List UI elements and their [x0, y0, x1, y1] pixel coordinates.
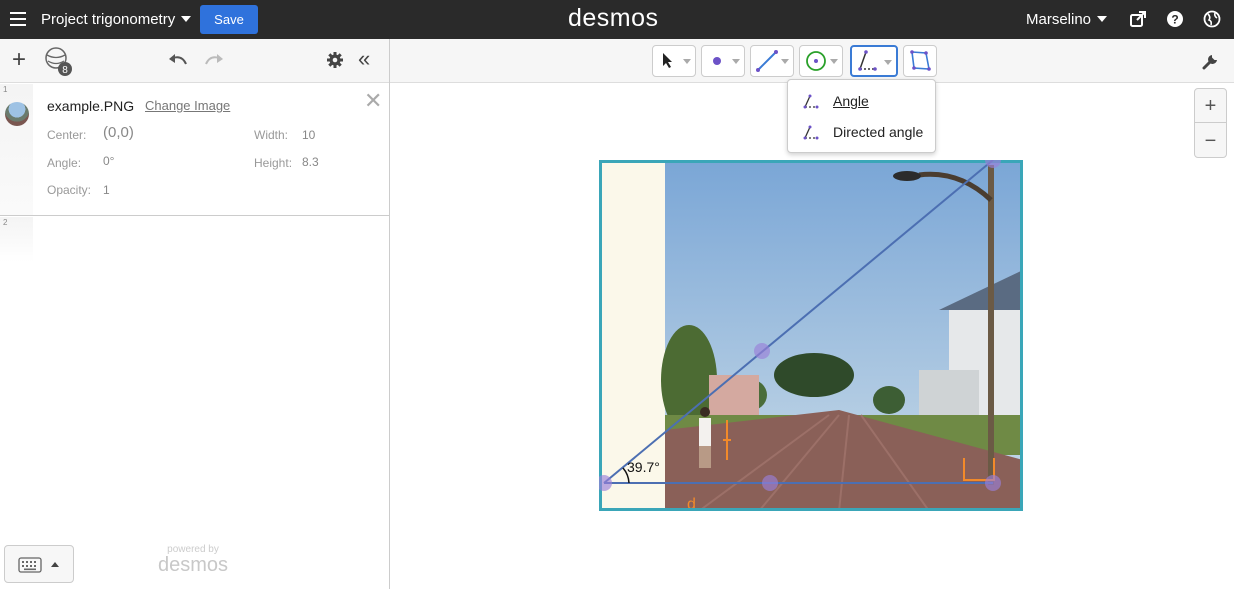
- geometry-toolbar: [390, 39, 1234, 83]
- center-value[interactable]: (0,0): [103, 124, 134, 141]
- point-tool[interactable]: [701, 45, 745, 77]
- center-label: Center:: [47, 128, 87, 142]
- pointer-tool[interactable]: [652, 45, 696, 77]
- wrench-icon[interactable]: [1202, 52, 1220, 70]
- base-mid-point[interactable]: [762, 475, 778, 491]
- expression-index: 1: [3, 85, 8, 94]
- svg-text:?: ?: [1171, 13, 1178, 27]
- project-title: Project trigonometry: [41, 11, 176, 28]
- expression-empty-item[interactable]: 2: [0, 217, 389, 262]
- menu-item-directed-angle[interactable]: Directed angle: [788, 117, 937, 147]
- chevron-down-icon: [781, 59, 789, 64]
- angle-tool-menu: Angle Directed angle: [787, 79, 936, 153]
- angle-icon: [803, 94, 819, 109]
- expression-toolbar: + 8 «: [0, 39, 389, 83]
- pointer-icon: [663, 53, 672, 68]
- width-value[interactable]: 10: [302, 128, 315, 142]
- image-name: example.PNG: [47, 98, 135, 114]
- opacity-value[interactable]: 1: [103, 183, 110, 197]
- chevron-down-icon: [732, 59, 740, 64]
- close-icon[interactable]: ✕: [364, 88, 382, 114]
- desmos-logo: desmos: [568, 4, 659, 32]
- line-tool[interactable]: [750, 45, 794, 77]
- polygon-tool[interactable]: [903, 45, 937, 77]
- redo-icon[interactable]: [204, 52, 224, 66]
- circle-tool[interactable]: [799, 45, 843, 77]
- angle-measure-label: 39.7°: [627, 459, 660, 475]
- menu-item-angle-label: Angle: [833, 93, 869, 109]
- user-name: Marselino: [1026, 11, 1092, 28]
- chevron-down-icon: [830, 59, 838, 64]
- settings-icon[interactable]: [326, 51, 344, 69]
- powered-by-brand: desmos: [158, 554, 229, 576]
- globe-badge: 8: [62, 65, 68, 76]
- menu-item-directed-angle-label: Directed angle: [833, 124, 924, 140]
- background-image: d: [599, 160, 1023, 511]
- collapse-icon[interactable]: «: [358, 47, 370, 71]
- point-icon: [713, 57, 721, 65]
- chevron-down-icon: [884, 60, 892, 65]
- change-image-link[interactable]: Change Image: [145, 98, 230, 113]
- add-icon[interactable]: +: [12, 48, 26, 72]
- height-label: Height:: [254, 156, 293, 170]
- powered-by: powered by desmos: [158, 544, 228, 575]
- globe-icon[interactable]: [1203, 10, 1221, 28]
- base-end-point[interactable]: [985, 475, 1001, 491]
- help-icon[interactable]: ?: [1166, 10, 1184, 28]
- chevron-down-icon: [181, 16, 192, 22]
- angle-tool[interactable]: [850, 45, 898, 77]
- chevron-down-icon: [683, 59, 691, 64]
- project-title-dropdown[interactable]: Project trigonometry: [41, 11, 192, 28]
- width-label: Width:: [254, 128, 289, 142]
- zoom-in-button[interactable]: +: [1195, 89, 1226, 123]
- angle-label: Angle:: [47, 156, 82, 170]
- zoom-controls: + −: [1194, 88, 1227, 158]
- save-button[interactable]: Save: [200, 5, 258, 34]
- angle-icon: [858, 50, 877, 71]
- circle-icon: [806, 51, 826, 71]
- zoom-out-button[interactable]: −: [1195, 124, 1226, 158]
- angle-value[interactable]: 0°: [103, 154, 114, 168]
- share-icon[interactable]: [1129, 10, 1147, 28]
- menu-item-angle[interactable]: Angle: [788, 86, 937, 116]
- hamburger-icon[interactable]: [10, 12, 26, 26]
- expression-gutter: 2: [0, 217, 33, 262]
- user-menu[interactable]: Marselino: [1026, 11, 1108, 28]
- expression-panel: + 8 « 1 example.PNG Change Image ✕ Cente…: [0, 39, 390, 589]
- expression-image-item[interactable]: 1 example.PNG Change Image ✕ Center: (0,…: [0, 84, 389, 216]
- keyboard-toggle-button[interactable]: [4, 545, 74, 583]
- chevron-down-icon: [1097, 16, 1108, 22]
- globe-icon[interactable]: 8: [44, 46, 74, 78]
- mid-point[interactable]: [754, 343, 770, 359]
- undo-icon[interactable]: [168, 52, 188, 66]
- line-segment-icon: [756, 50, 778, 72]
- directed-angle-icon: [803, 125, 819, 140]
- polygon-icon: [910, 50, 931, 71]
- expression-gutter: 1: [0, 84, 33, 215]
- height-value[interactable]: 8.3: [302, 155, 319, 169]
- expression-index: 2: [3, 218, 8, 227]
- image-thumbnail[interactable]: [5, 102, 29, 126]
- opacity-label: Opacity:: [47, 183, 92, 197]
- header-bar: Project trigonometry Save desmos Marseli…: [0, 0, 1234, 39]
- keyboard-icon: [18, 557, 59, 573]
